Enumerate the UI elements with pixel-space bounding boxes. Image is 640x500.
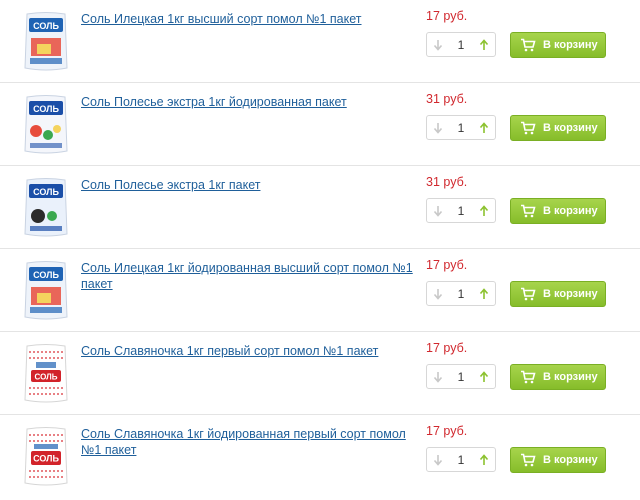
cart-icon bbox=[521, 370, 536, 384]
cart-icon bbox=[521, 38, 536, 52]
cart-icon bbox=[521, 204, 536, 218]
product-row: СОЛЬ Соль Полесье экстра 1кг пакет 31 ру… bbox=[0, 166, 640, 249]
arrow-up-icon bbox=[479, 287, 489, 299]
decrement-button[interactable] bbox=[428, 199, 448, 222]
product-price: 17 руб. bbox=[426, 9, 468, 23]
product-image[interactable]: СОЛЬ bbox=[22, 425, 70, 489]
quantity-stepper[interactable]: 1 bbox=[426, 198, 496, 223]
decrement-button[interactable] bbox=[428, 365, 448, 388]
add-to-cart-button[interactable]: В корзину bbox=[510, 281, 606, 307]
arrow-up-icon bbox=[479, 204, 489, 216]
svg-text:СОЛЬ: СОЛЬ bbox=[33, 454, 59, 464]
svg-text:СОЛЬ: СОЛЬ bbox=[33, 270, 59, 280]
increment-button[interactable] bbox=[474, 365, 494, 388]
cart-icon bbox=[521, 287, 536, 301]
add-to-cart-button[interactable]: В корзину bbox=[510, 198, 606, 224]
product-image[interactable]: СОЛЬ bbox=[22, 93, 70, 157]
quantity-value[interactable]: 1 bbox=[447, 199, 475, 222]
add-to-cart-label: В корзину bbox=[543, 288, 598, 300]
product-title-link[interactable]: Соль Илецкая 1кг высший сорт помол №1 па… bbox=[81, 11, 421, 27]
product-row: СОЛЬ Соль Славяночка 1кг первый сорт пом… bbox=[0, 332, 640, 415]
quantity-stepper[interactable]: 1 bbox=[426, 115, 496, 140]
product-title-link[interactable]: Соль Полесье экстра 1кг пакет bbox=[81, 177, 421, 193]
product-row: СОЛЬ Соль Славяночка 1кг йодированная пе… bbox=[0, 415, 640, 498]
product-price: 17 руб. bbox=[426, 258, 468, 272]
add-to-cart-button[interactable]: В корзину bbox=[510, 115, 606, 141]
decrement-button[interactable] bbox=[428, 33, 448, 56]
product-image[interactable]: СОЛЬ bbox=[22, 10, 70, 74]
arrow-up-icon bbox=[479, 453, 489, 465]
product-title-link[interactable]: Соль Славяночка 1кг первый сорт помол №1… bbox=[81, 343, 421, 359]
product-title-link[interactable]: Соль Илецкая 1кг йодированная высший сор… bbox=[81, 260, 421, 292]
add-to-cart-label: В корзину bbox=[543, 371, 598, 383]
decrement-button[interactable] bbox=[428, 282, 448, 305]
svg-text:СОЛЬ: СОЛЬ bbox=[33, 187, 59, 197]
product-title-link[interactable]: Соль Славяночка 1кг йодированная первый … bbox=[81, 426, 421, 458]
product-price: 17 руб. bbox=[426, 341, 468, 355]
quantity-value[interactable]: 1 bbox=[447, 33, 475, 56]
cart-icon bbox=[521, 453, 536, 467]
quantity-value[interactable]: 1 bbox=[447, 282, 475, 305]
increment-button[interactable] bbox=[474, 448, 494, 471]
quantity-stepper[interactable]: 1 bbox=[426, 281, 496, 306]
product-price: 31 руб. bbox=[426, 92, 468, 106]
increment-button[interactable] bbox=[474, 33, 494, 56]
increment-button[interactable] bbox=[474, 116, 494, 139]
add-to-cart-label: В корзину bbox=[543, 454, 598, 466]
add-to-cart-button[interactable]: В корзину bbox=[510, 447, 606, 473]
arrow-up-icon bbox=[479, 121, 489, 133]
arrow-down-icon bbox=[433, 205, 443, 217]
product-image[interactable]: СОЛЬ bbox=[22, 342, 70, 406]
product-price: 31 руб. bbox=[426, 175, 468, 189]
quantity-value[interactable]: 1 bbox=[447, 365, 475, 388]
arrow-up-icon bbox=[479, 38, 489, 50]
add-to-cart-label: В корзину bbox=[543, 122, 598, 134]
quantity-value[interactable]: 1 bbox=[447, 448, 475, 471]
cart-icon bbox=[521, 121, 536, 135]
add-to-cart-label: В корзину bbox=[543, 39, 598, 51]
product-row: СОЛЬ Соль Илецкая 1кг йодированная высши… bbox=[0, 249, 640, 332]
arrow-down-icon bbox=[433, 39, 443, 51]
arrow-down-icon bbox=[433, 288, 443, 300]
add-to-cart-label: В корзину bbox=[543, 205, 598, 217]
svg-text:СОЛЬ: СОЛЬ bbox=[35, 373, 58, 382]
product-image[interactable]: СОЛЬ bbox=[22, 176, 70, 240]
quantity-stepper[interactable]: 1 bbox=[426, 32, 496, 57]
increment-button[interactable] bbox=[474, 282, 494, 305]
arrow-down-icon bbox=[433, 371, 443, 383]
product-image[interactable]: СОЛЬ bbox=[22, 259, 70, 323]
arrow-up-icon bbox=[479, 370, 489, 382]
product-row: СОЛЬ Соль Полесье экстра 1кг йодированна… bbox=[0, 83, 640, 166]
svg-text:СОЛЬ: СОЛЬ bbox=[33, 104, 59, 114]
increment-button[interactable] bbox=[474, 199, 494, 222]
decrement-button[interactable] bbox=[428, 116, 448, 139]
arrow-down-icon bbox=[433, 122, 443, 134]
decrement-button[interactable] bbox=[428, 448, 448, 471]
product-title-link[interactable]: Соль Полесье экстра 1кг йодированная пак… bbox=[81, 94, 421, 110]
product-row: СОЛЬ Соль Илецкая 1кг высший сорт помол … bbox=[0, 0, 640, 83]
quantity-stepper[interactable]: 1 bbox=[426, 364, 496, 389]
add-to-cart-button[interactable]: В корзину bbox=[510, 32, 606, 58]
arrow-down-icon bbox=[433, 454, 443, 466]
svg-text:СОЛЬ: СОЛЬ bbox=[33, 21, 59, 31]
add-to-cart-button[interactable]: В корзину bbox=[510, 364, 606, 390]
product-price: 17 руб. bbox=[426, 424, 468, 438]
quantity-stepper[interactable]: 1 bbox=[426, 447, 496, 472]
quantity-value[interactable]: 1 bbox=[447, 116, 475, 139]
product-list: СОЛЬ Соль Илецкая 1кг высший сорт помол … bbox=[0, 0, 640, 500]
